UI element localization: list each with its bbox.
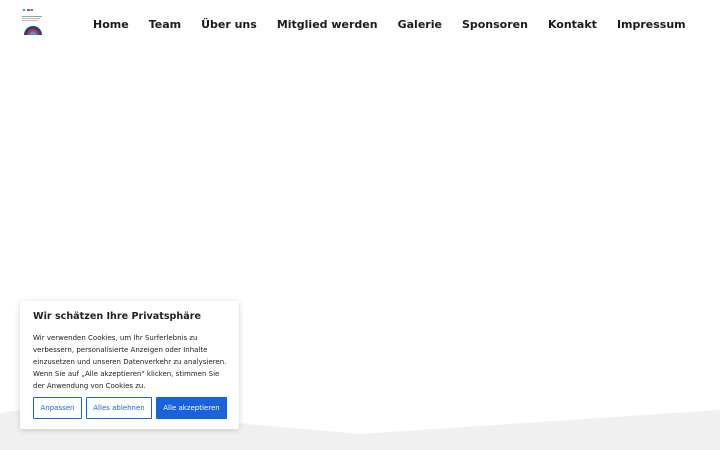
nav-item-team[interactable]: Team [149,17,181,33]
accept-all-button[interactable]: Alle akzeptieren [156,397,227,419]
reject-all-button[interactable]: Alles ablehnen [86,397,152,419]
cookie-banner-title: Wir schätzen Ihre Privatsphäre [33,311,201,322]
cookie-banner-text: Wir verwenden Cookies, um Ihr Surferlebn… [33,334,227,390]
nav-item-mitglied-werden[interactable]: Mitglied werden [277,17,378,33]
nav-item-home[interactable]: Home [93,17,129,33]
cookie-consent-banner: Wir schätzen Ihre Privatsphäre Wir verwe… [20,301,239,429]
club-logo-icon[interactable] [19,7,47,39]
nav-item-ueber-uns[interactable]: Über uns [201,17,257,33]
nav-item-sponsoren[interactable]: Sponsoren [462,17,528,33]
customize-button[interactable]: Anpassen [33,397,82,419]
cookie-button-row: Anpassen Alles ablehnen Alle akzeptieren [33,397,227,419]
nav-item-galerie[interactable]: Galerie [398,17,442,33]
nav-item-kontakt[interactable]: Kontakt [548,17,597,33]
nav-item-impressum[interactable]: Impressum [617,17,686,33]
site-header: Home Team Über uns Mitglied werden Galer… [0,0,720,50]
page: Home Team Über uns Mitglied werden Galer… [0,0,720,450]
main-navigation: Home Team Über uns Mitglied werden Galer… [93,17,686,33]
